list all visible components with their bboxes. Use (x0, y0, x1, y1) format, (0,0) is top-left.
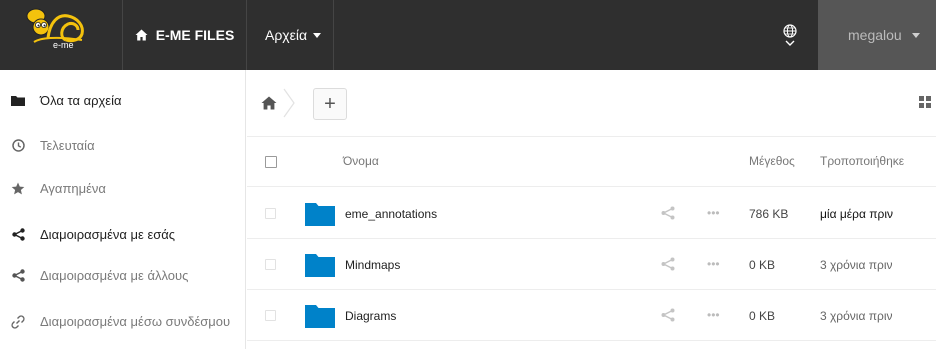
share-icon (10, 268, 26, 284)
home-icon (135, 29, 148, 41)
file-list-area: + Όνομα Μέγεθος Τροποποιήθηκε eme_annota… (247, 70, 936, 349)
file-modified: μία μέρα πριν (820, 207, 893, 221)
row-checkbox[interactable] (265, 310, 276, 321)
file-modified: 3 χρόνια πριν (820, 258, 893, 272)
new-button[interactable]: + (313, 88, 347, 120)
row-checkbox[interactable] (265, 259, 276, 270)
clock-icon (10, 138, 26, 154)
row-checkbox[interactable] (265, 208, 276, 219)
folder-icon (10, 93, 26, 109)
folder-icon (305, 305, 335, 328)
sidebar-item-label: Αγαπημένα (40, 181, 106, 196)
grid-view-icon[interactable] (919, 94, 936, 114)
more-actions-icon[interactable]: ••• (707, 309, 720, 321)
column-header-size[interactable]: Μέγεθος (749, 154, 795, 168)
caret-down-icon (911, 32, 920, 38)
file-size: 786 KB (749, 207, 789, 221)
sidebar-item-recent[interactable]: Τελευταία (0, 124, 246, 167)
e-me-logo-icon: e-me (26, 8, 84, 50)
brand-home-link[interactable]: E-ME FILES (122, 0, 246, 70)
file-modified: 3 χρόνια πριν (820, 309, 893, 323)
table-row[interactable]: Diagrams ••• 0 KB 3 χρόνια πριν (247, 290, 936, 341)
controls-bar: + (247, 70, 936, 137)
app-logo[interactable]: e-me (0, 0, 122, 70)
file-name[interactable]: Diagrams (345, 309, 396, 323)
share-icon[interactable] (661, 206, 675, 220)
table-row[interactable]: eme_annotations ••• 786 KB μία μέρα πριν (247, 188, 936, 239)
table-header: Όνομα Μέγεθος Τροποποιήθηκε (247, 137, 936, 187)
table-row[interactable]: Mindmaps ••• 0 KB 3 χρόνια πριν (247, 239, 936, 290)
chevron-down-icon (785, 40, 795, 46)
user-menu-button[interactable]: megalou (818, 0, 936, 70)
column-header-modified[interactable]: Τροποποιήθηκε (820, 154, 904, 168)
brand-label: E-ME FILES (155, 27, 235, 43)
link-icon (10, 314, 26, 330)
sidebar-item-label: Τελευταία (40, 138, 95, 153)
more-actions-icon[interactable]: ••• (707, 207, 720, 219)
sidebar-item-label: Όλα τα αρχεία (40, 93, 122, 108)
username-label: megalou (848, 27, 902, 43)
select-all-checkbox[interactable] (265, 156, 277, 168)
more-actions-icon[interactable]: ••• (707, 258, 720, 270)
share-icon[interactable] (661, 257, 675, 271)
folder-icon (305, 254, 335, 277)
sidebar-item-label: Διαμοιρασμένα μέσω συνδέσμου (40, 314, 231, 329)
globe-icon (783, 24, 797, 38)
file-name[interactable]: Mindmaps (345, 258, 400, 272)
share-icon (10, 227, 26, 243)
sidebar-item-shared-by-link[interactable]: Διαμοιρασμένα μέσω συνδέσμου (0, 300, 246, 343)
sidebar: Όλα τα αρχεία Τελευταία Αγαπημένα Διαμοι… (0, 70, 246, 349)
files-menu-button[interactable]: Αρχεία (246, 0, 334, 70)
breadcrumb-separator (283, 88, 295, 118)
folder-icon (305, 203, 335, 226)
file-name[interactable]: eme_annotations (345, 207, 437, 221)
sidebar-item-all-files[interactable]: Όλα τα αρχεία (0, 79, 246, 122)
top-bar: e-me E-ME FILES Αρχεία megalou (0, 0, 936, 70)
sidebar-item-label: Διαμοιρασμένα με άλλους (40, 268, 189, 283)
star-icon (10, 181, 26, 197)
language-selector[interactable] (763, 0, 817, 70)
breadcrumb-home-icon[interactable] (261, 96, 277, 110)
column-header-name[interactable]: Όνομα (343, 154, 379, 168)
caret-down-icon (313, 32, 322, 38)
file-size: 0 KB (749, 309, 776, 323)
file-size: 0 KB (749, 258, 776, 272)
sidebar-item-favorites[interactable]: Αγαπημένα (0, 167, 246, 210)
svg-text:e-me: e-me (53, 40, 74, 50)
sidebar-item-shared-with-others[interactable]: Διαμοιρασμένα με άλλους (0, 254, 246, 297)
sidebar-item-label: Διαμοιρασμένα με εσάς (40, 227, 176, 242)
files-menu-label: Αρχεία (265, 27, 308, 43)
sidebar-item-shared-with-you[interactable]: Διαμοιρασμένα με εσάς (0, 213, 246, 256)
share-icon[interactable] (661, 308, 675, 322)
